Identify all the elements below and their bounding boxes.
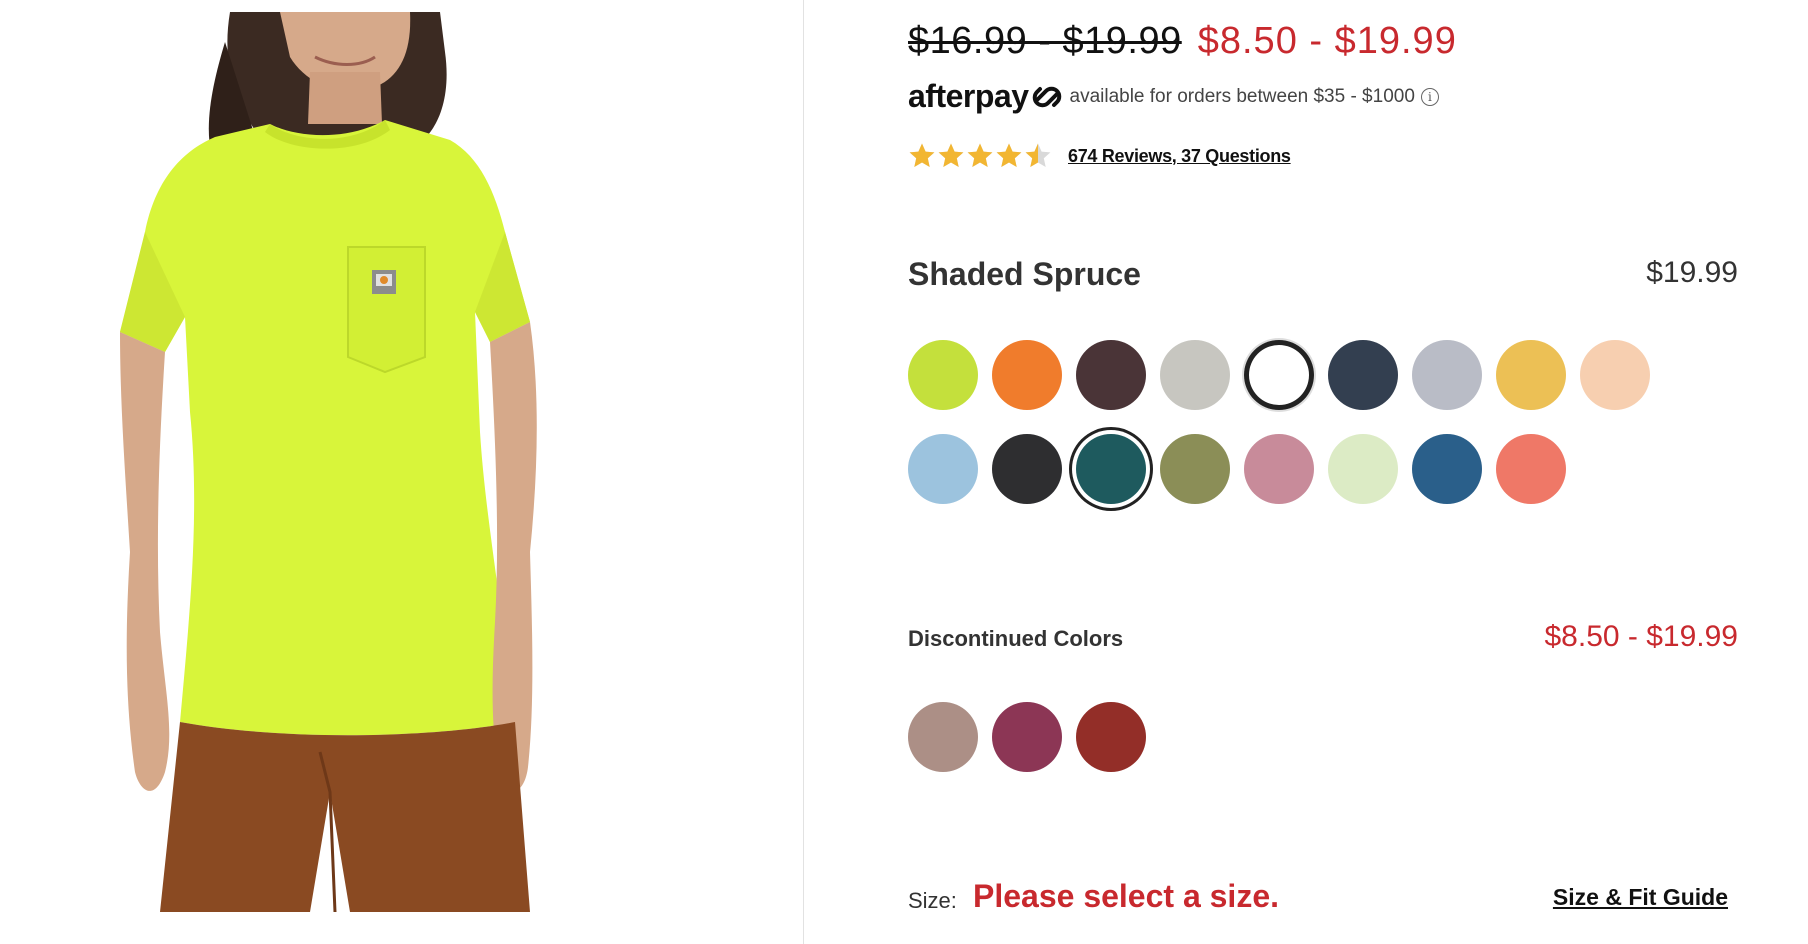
swatch-blue[interactable] (1412, 434, 1482, 504)
swatch-navy[interactable] (1328, 340, 1398, 410)
swatch-white[interactable] (1244, 340, 1314, 410)
price-row: $16.99 - $19.99 $8.50 - $19.99 (908, 20, 1457, 63)
size-warning: Please select a size. (973, 878, 1279, 914)
swatch-light-blue-heather[interactable] (908, 434, 978, 504)
swatch-brite-lime[interactable] (908, 340, 978, 410)
discontinued-swatch-brick-red[interactable] (1076, 702, 1146, 772)
rating-row: 674 Reviews, 37 Questions (908, 142, 1291, 170)
product-image[interactable] (120, 12, 600, 912)
reviews-link[interactable]: 674 Reviews, 37 Questions (1068, 146, 1291, 167)
afterpay-banner: afterpay available for orders between $3… (908, 78, 1439, 115)
swatch-mint[interactable] (1328, 434, 1398, 504)
discontinued-colors-label: Discontinued Colors (908, 626, 1124, 651)
swatch-rose-heather[interactable] (1244, 434, 1314, 504)
star-icon (967, 143, 993, 167)
discontinued-swatch-berry[interactable] (992, 702, 1062, 772)
swatch-olive[interactable] (1160, 434, 1230, 504)
size-label: Size: (908, 888, 957, 913)
swatch-orange[interactable] (992, 340, 1062, 410)
star-icon (996, 143, 1022, 167)
swatch-black[interactable] (992, 434, 1062, 504)
swatch-peach[interactable] (1580, 340, 1650, 410)
size-fit-guide-link[interactable]: Size & Fit Guide (1553, 884, 1728, 911)
star-rating (908, 142, 1052, 170)
swatch-dark-brown[interactable] (1076, 340, 1146, 410)
panel-divider (803, 0, 804, 944)
selected-color-price: $19.99 (1646, 256, 1738, 289)
swatch-shaded-spruce[interactable] (1076, 434, 1146, 504)
swatch-gold-heather[interactable] (1496, 340, 1566, 410)
swatch-light-grey[interactable] (1160, 340, 1230, 410)
original-price: $16.99 - $19.99 (908, 20, 1182, 62)
selected-color-name: Shaded Spruce (908, 256, 1141, 292)
star-icon (909, 143, 935, 167)
afterpay-arrows-icon (1032, 86, 1061, 107)
size-row: Size: Please select a size. Size & Fit G… (908, 876, 1728, 920)
star-icon (1025, 143, 1051, 167)
swatch-coral[interactable] (1496, 434, 1566, 504)
discontinued-colors-price: $8.50 - $19.99 (1544, 620, 1739, 653)
swatch-silver-grey[interactable] (1412, 340, 1482, 410)
star-icon (938, 143, 964, 167)
afterpay-message: available for orders between $35 - $1000 (1069, 85, 1415, 107)
discontinued-swatch-mauve[interactable] (908, 702, 978, 772)
sale-price: $8.50 - $19.99 (1197, 20, 1457, 62)
afterpay-logo: afterpay (908, 78, 1029, 114)
product-photo (120, 12, 537, 912)
product-details-panel: $16.99 - $19.99 $8.50 - $19.99 afterpay … (908, 0, 1738, 944)
info-icon[interactable]: i (1420, 87, 1439, 106)
